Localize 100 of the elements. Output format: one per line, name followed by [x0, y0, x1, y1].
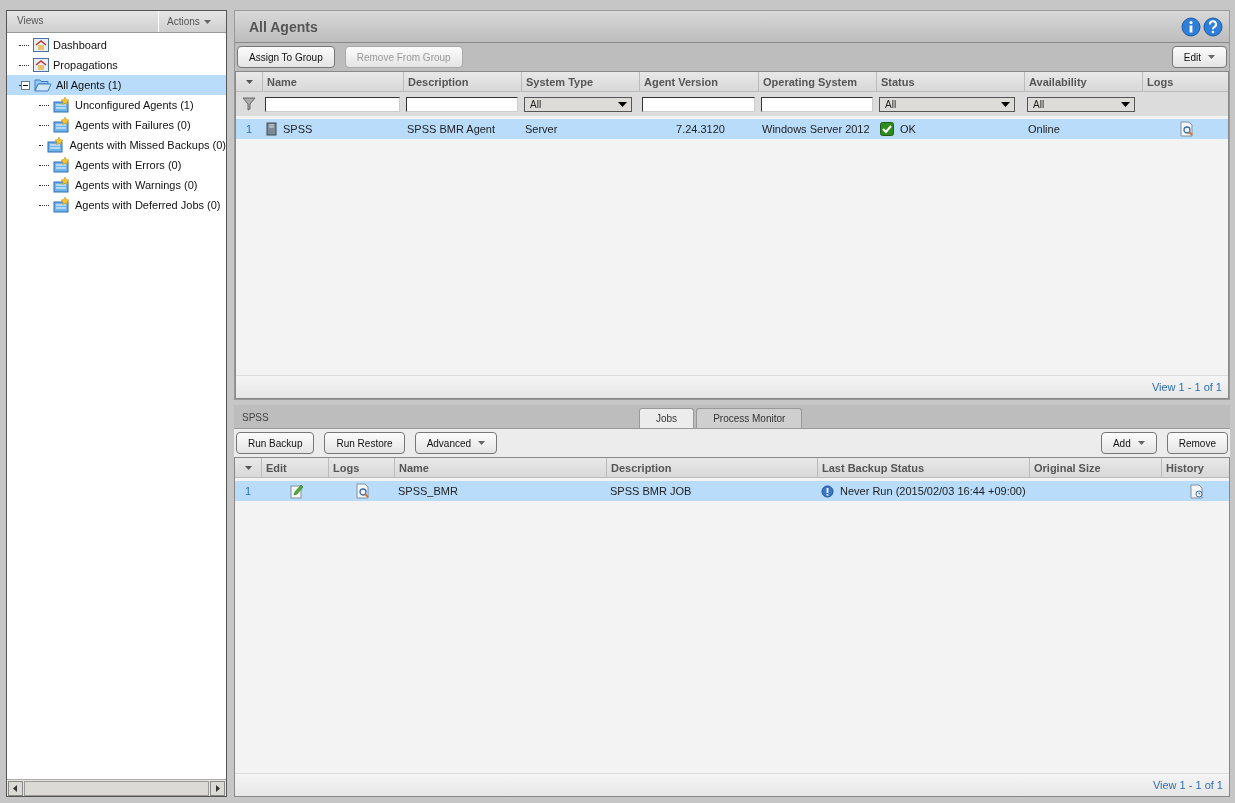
sort-caret-icon[interactable]: [244, 465, 252, 470]
toolbar-button[interactable]: Advanced: [414, 432, 498, 454]
column-header[interactable]: Agent Version: [639, 72, 758, 91]
agent-row[interactable]: 1 SPSS SPSS BMR Agent Server 7.24.3120 Windows Server 2012 OK Online: [236, 119, 1228, 139]
toolbar-button[interactable]: Assign To Group: [237, 46, 335, 68]
edit-icon[interactable]: [289, 483, 304, 499]
column-header[interactable]: Status: [876, 72, 1024, 91]
column-header[interactable]: Original Size: [1029, 458, 1161, 477]
row-number: 1: [243, 485, 253, 497]
tree-item-label: Agents with Warnings (0): [75, 179, 198, 191]
filter-field[interactable]: [406, 96, 518, 112]
info-status-icon: [821, 484, 834, 498]
log-document-icon[interactable]: [356, 483, 370, 499]
panel-title: Views: [16, 14, 45, 28]
dropdown-arrow-icon: [1001, 101, 1011, 107]
tree-item-label: All Agents (1): [56, 79, 122, 91]
caret-icon: [203, 19, 211, 24]
star-folder-icon: [53, 197, 71, 213]
filter-field[interactable]: [642, 96, 755, 112]
toolbar-button[interactable]: Remove: [1166, 432, 1228, 454]
column-header[interactable]: Logs: [328, 458, 394, 477]
table-cell-text: SPSS BMR JOB: [609, 485, 693, 497]
tree-item-label: Agents with Missed Backups (0): [69, 139, 226, 151]
table-cell-text: Server: [524, 123, 559, 135]
toolbar-button[interactable]: Add: [1100, 432, 1157, 454]
column-header[interactable]: System Type: [521, 72, 639, 91]
star-folder-icon: [53, 97, 71, 113]
page-title: All Agents: [249, 18, 319, 35]
job-row[interactable]: 1 SPSS_BMR SPSS BMR JOB Never Run (2015/02/03 16:44 +09:00): [235, 481, 1229, 501]
tree-item[interactable]: All Agents (1): [7, 75, 226, 95]
scroll-left-icon[interactable]: [8, 780, 23, 796]
tree-item-label: Unconfigured Agents (1): [75, 99, 194, 111]
scroll-right-icon[interactable]: [210, 780, 225, 796]
pagination-info: View 1 - 1 of 1: [1152, 779, 1223, 791]
table-cell-text: SPSS BMR Agent: [406, 123, 497, 135]
dropdown-arrow-icon: [1120, 101, 1130, 107]
tree-item[interactable]: Agents with Deferred Jobs (0): [7, 195, 226, 215]
scrollbar-thumb[interactable]: [24, 780, 209, 796]
toolbar-button[interactable]: Run Backup: [236, 432, 315, 454]
tree-item[interactable]: Unconfigured Agents (1): [7, 95, 226, 115]
tree-item-label: Agents with Failures (0): [75, 119, 191, 131]
column-header[interactable]: Name: [394, 458, 606, 477]
log-document-icon[interactable]: [1180, 121, 1194, 137]
table-cell-text: 7.24.3120: [675, 123, 726, 135]
tree-item[interactable]: Propagations: [7, 55, 226, 75]
pagination-info: View 1 - 1 of 1: [1151, 381, 1222, 393]
house-icon: [33, 38, 49, 52]
filter-field[interactable]: [761, 96, 873, 112]
open-folder-icon: [34, 78, 52, 92]
tree-item[interactable]: Dashboard: [7, 35, 226, 55]
toolbar-button[interactable]: Run Restore: [324, 432, 405, 454]
tree-item-label: Agents with Deferred Jobs (0): [75, 199, 221, 211]
column-header[interactable]: Description: [403, 72, 521, 91]
tree-item[interactable]: Agents with Warnings (0): [7, 175, 226, 195]
dropdown-arrow-icon: [617, 101, 627, 107]
filter-dropdown[interactable]: All: [1027, 96, 1135, 112]
info-icon[interactable]: [1181, 16, 1201, 37]
tree-item-label: Agents with Errors (0): [75, 159, 182, 171]
star-folder-icon: [47, 137, 66, 153]
row-number: 1: [244, 123, 254, 135]
edit-menu-button[interactable]: Edit: [1171, 46, 1227, 68]
filter-dropdown[interactable]: All: [524, 96, 632, 112]
tree-item-label: Dashboard: [53, 39, 107, 51]
sort-caret-icon[interactable]: [245, 79, 253, 84]
tree-item[interactable]: Agents with Missed Backups (0): [7, 135, 226, 155]
column-header[interactable]: Operating System: [758, 72, 876, 91]
collapse-icon[interactable]: [21, 80, 30, 90]
star-folder-icon: [53, 117, 71, 133]
panel-title: SPSS: [241, 412, 270, 425]
column-header[interactable]: History: [1161, 458, 1229, 477]
star-folder-icon: [53, 157, 71, 173]
table-cell-text: Windows Server 2012: [761, 123, 871, 135]
column-header[interactable]: Availability: [1024, 72, 1142, 91]
column-header[interactable]: Name: [262, 72, 403, 91]
table-cell-text: Online: [1027, 123, 1061, 135]
tab[interactable]: Process Monitor: [696, 408, 803, 428]
column-header[interactable]: Description: [606, 458, 817, 477]
table-cell: Never Run (2015/02/03 16:44 +09:00): [840, 485, 1026, 497]
history-document-icon[interactable]: [1190, 483, 1204, 499]
caret-icon: [478, 441, 486, 445]
actions-button[interactable]: Actions: [158, 11, 226, 32]
help-icon[interactable]: [1203, 16, 1223, 37]
check-icon: [880, 122, 894, 136]
table-cell: SPSS: [283, 123, 313, 135]
caret-icon: [1208, 55, 1215, 59]
tree-item[interactable]: Agents with Failures (0): [7, 115, 226, 135]
column-header[interactable]: Edit: [261, 458, 328, 477]
tree-item[interactable]: Agents with Errors (0): [7, 155, 226, 175]
horizontal-scrollbar[interactable]: [7, 779, 226, 796]
filter-dropdown[interactable]: All: [879, 96, 1016, 112]
table-cell: OK: [900, 123, 916, 135]
filter-icon: [242, 97, 256, 111]
tree-item-label: Propagations: [53, 59, 118, 71]
filter-field[interactable]: [265, 96, 400, 112]
house-icon: [33, 58, 49, 72]
star-folder-icon: [53, 177, 71, 193]
column-header[interactable]: Last Backup Status: [817, 458, 1029, 477]
column-header[interactable]: Logs: [1142, 72, 1228, 91]
tab[interactable]: Jobs: [639, 408, 695, 428]
caret-icon: [1137, 441, 1145, 445]
